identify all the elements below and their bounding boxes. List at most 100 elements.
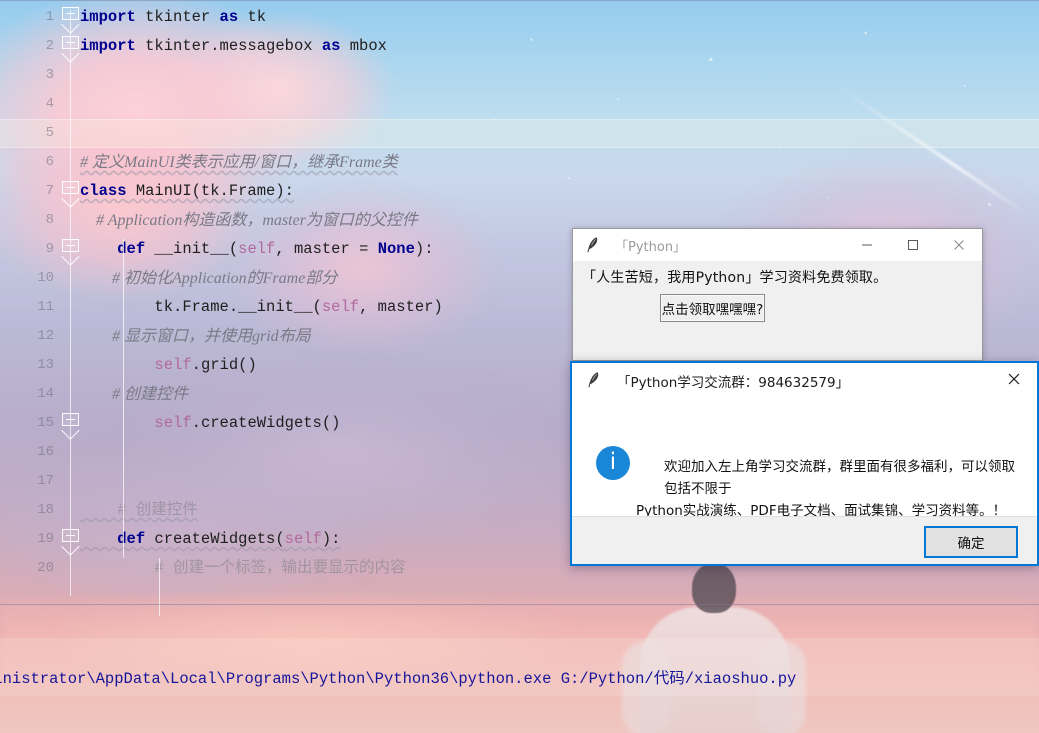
code-token: as [219,8,239,26]
code-line: # 创建控件 [80,496,198,525]
fold-toggle-icon[interactable] [60,181,81,202]
fold-toggle-icon[interactable] [60,239,81,260]
line-number: 5 [45,125,54,141]
fold-region-line [70,10,71,596]
code-line: class MainUI(tk.Frame): [80,177,294,206]
window-title: 「Python」 [615,240,687,255]
fold-toggle-icon[interactable] [60,7,81,28]
code-token: self [321,298,360,316]
run-console-panel[interactable]: ministrator\AppData\Local\Programs\Pytho… [0,604,1039,733]
claim-materials-button[interactable]: 点击领取嘿嘿嘿? [660,294,765,322]
code-line: import tkinter.messagebox as mbox [80,32,387,61]
code-token: tk [238,8,267,26]
dialog-message-line-1: 欢迎加入左上角学习交流群，群里面有很多福利，可以领取包括不限于 [664,459,1015,497]
python-feather-icon [586,371,604,389]
ok-button[interactable]: 确定 [924,526,1018,558]
line-number: 19 [37,531,54,547]
info-glyph: i [609,448,617,475]
python-main-window[interactable]: 「Python」 「人生苦短，我用Python」学习资料免费领取。 点击领取嘿嘿… [572,228,983,361]
code-line: # 显示窗口，并使用grid布局 [80,322,311,351]
code-token: self [154,356,192,374]
code-token: # 创建一个标签，输出要显示的内容 [80,559,406,577]
code-line: import tkinter as tk [80,3,266,32]
code-token: # 创建控件 [80,386,189,403]
code-token: import [80,8,136,26]
line-number: 3 [45,67,54,83]
window-titlebar[interactable]: 「Python」 [573,229,982,262]
code-token: # 创建控件 [80,501,198,519]
maximize-button[interactable] [890,229,936,260]
code-token: import [80,37,136,55]
code-token: # 定义MainUI类表示应用/窗口，继承Frame类 [80,154,398,171]
code-line: self.grid() [80,351,257,380]
code-token: def [117,240,146,258]
line-number: 2 [45,38,54,54]
fold-toggle-icon[interactable] [60,529,81,550]
code-line: # 创建一个标签，输出要显示的内容 [80,554,406,583]
code-line: def __init__(self, master = None): [80,235,434,264]
code-token: # 初始化Application的Frame部分 [80,270,338,287]
code-token: __init__( [145,240,239,258]
code-line: # 定义MainUI类表示应用/窗口，继承Frame类 [80,148,398,177]
line-number: 16 [37,444,54,460]
console-top-divider [0,604,1039,605]
line-number: 7 [45,183,54,199]
code-token: ): [414,240,434,258]
window-client-area: 「人生苦短，我用Python」学习资料免费领取。 点击领取嘿嘿嘿? [573,261,982,360]
line-number: 17 [37,473,54,489]
code-token: self [284,530,322,548]
code-token: , master = [275,240,378,258]
info-icon: i [596,446,630,480]
line-number: 20 [37,560,54,576]
promo-label: 「人生苦短，我用Python」学习资料免费领取。 [582,270,888,286]
dialog-title: 「Python学习交流群：984632579」 [617,375,850,391]
code-token: tkinter [135,8,220,26]
code-line: tk.Frame.__init__(self, master) [80,293,443,322]
python-feather-icon [585,236,603,254]
code-token: self [238,240,276,258]
code-token: class [80,182,127,200]
code-token: .grid() [191,356,257,374]
line-number: 13 [37,357,54,373]
code-folding-gutter[interactable] [60,0,82,604]
line-number: 10 [37,270,54,286]
dialog-titlebar[interactable]: 「Python学习交流群：984632579」 [572,363,1037,396]
python-info-dialog[interactable]: 「Python学习交流群：984632579」 i 欢迎加入左上角学习交流群，群… [570,361,1039,566]
dialog-footer: 确定 [572,516,1037,564]
code-token: createWidgets( [145,530,285,548]
line-number: 12 [37,328,54,344]
code-token: .createWidgets() [191,414,341,432]
fold-toggle-icon[interactable] [60,36,81,57]
line-number: 14 [37,386,54,402]
code-line: # Application构造函数，master为窗口的父控件 [80,206,418,235]
indent-guide [123,239,124,558]
code-token: # Application构造函数，master为窗口的父控件 [80,212,418,229]
code-token: mbox [340,37,387,55]
code-token: tkinter.messagebox [135,37,322,55]
line-number: 9 [45,241,54,257]
close-icon[interactable] [991,363,1037,395]
code-line: # 初始化Application的Frame部分 [80,264,337,293]
dialog-message: 欢迎加入左上角学习交流群，群里面有很多福利，可以领取包括不限于 Python实战… [636,456,1021,522]
line-number: 8 [45,212,54,228]
line-number-gutter[interactable]: 1 2 3 4 5 6 7 8 9 10 11 12 13 14 15 16 17 18 19 20 [0,0,60,604]
code-token: MainUI(tk.Frame): [126,182,294,200]
fold-toggle-icon[interactable] [60,413,81,434]
close-icon[interactable] [936,229,982,260]
code-token: , master) [359,298,443,316]
line-number: 15 [37,415,54,431]
console-output-line: ministrator\AppData\Local\Programs\Pytho… [0,670,797,688]
code-line: self.createWidgets() [80,409,340,438]
line-number: 6 [45,154,54,170]
code-token: # 显示窗口，并使用grid布局 [80,328,311,345]
code-token: tk.Frame.__init__( [80,298,322,316]
code-token: ): [321,530,341,548]
line-number: 1 [45,9,54,25]
code-line: def createWidgets(self): [80,525,340,554]
minimize-button[interactable] [844,229,890,260]
code-token: as [321,37,341,55]
line-number: 18 [37,502,54,518]
